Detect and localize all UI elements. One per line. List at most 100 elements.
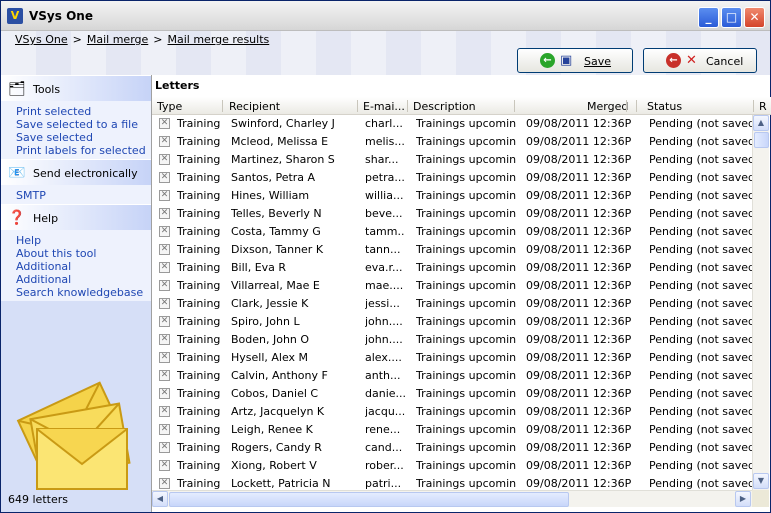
- horizontal-scrollbar[interactable]: ◀ ▶: [152, 490, 752, 507]
- column-divider[interactable]: [407, 100, 408, 112]
- checkbox-x-icon[interactable]: ✕: [159, 460, 170, 471]
- checkbox-x-icon[interactable]: ✕: [159, 388, 170, 399]
- breadcrumb-vsys-one[interactable]: VSys One: [15, 33, 68, 46]
- table-row[interactable]: ✕ Training Hysell, Alex M alex.... Trainings…: [152, 349, 753, 367]
- panel-title: Letters: [155, 79, 200, 92]
- table-row[interactable]: ✕ Training Mcleod, Melissa E melis... Traini…: [152, 133, 753, 151]
- vertical-scroll-thumb[interactable]: [754, 132, 769, 148]
- vertical-scrollbar[interactable]: ▲ ▼: [752, 115, 769, 490]
- table-row[interactable]: ✕ Training Xiong, Robert V rober... Training…: [152, 457, 753, 475]
- table-row[interactable]: ✕ Training Villarreal, Mae E mae.... Trainin…: [152, 277, 753, 295]
- link-print-selected[interactable]: Print selected: [16, 105, 151, 118]
- scroll-down-button[interactable]: ▼: [753, 473, 769, 489]
- table-row[interactable]: ✕ Training Santos, Petra A petra... Training…: [152, 169, 753, 187]
- checkbox-x-icon[interactable]: ✕: [159, 334, 170, 345]
- link-save-selected[interactable]: Save selected: [16, 131, 151, 144]
- cell-status: Pending (not saved): [649, 459, 753, 472]
- checkbox-x-icon[interactable]: ✕: [159, 442, 170, 453]
- checkbox-x-icon[interactable]: ✕: [159, 262, 170, 273]
- link-print-labels[interactable]: Print labels for selected: [16, 144, 151, 157]
- checkbox-x-icon[interactable]: ✕: [159, 136, 170, 147]
- link-additional[interactable]: Additional: [16, 273, 151, 286]
- link-search-knowledgebase[interactable]: Search knowledgebase: [16, 286, 151, 299]
- column-header-status[interactable]: Status: [647, 100, 682, 113]
- scroll-corner: [752, 490, 769, 507]
- checkbox-x-icon[interactable]: ✕: [159, 298, 170, 309]
- cell-merged: 09/08/2011 12:36PM: [526, 171, 631, 184]
- checkbox-x-icon[interactable]: ✕: [159, 280, 170, 291]
- table-row[interactable]: ✕ Training Lockett, Patricia N patri... Trai…: [152, 475, 753, 490]
- checkbox-x-icon[interactable]: ✕: [159, 208, 170, 219]
- breadcrumb-mail-merge-results[interactable]: Mail merge results: [168, 33, 270, 46]
- table-row[interactable]: ✕ Training Costa, Tammy G tamm... Trainings …: [152, 223, 753, 241]
- checkbox-x-icon[interactable]: ✕: [159, 190, 170, 201]
- link-help[interactable]: Help: [16, 234, 151, 247]
- cell-status: Pending (not saved): [649, 477, 753, 490]
- scroll-up-button[interactable]: ▲: [753, 115, 769, 131]
- table-row[interactable]: ✕ Training Swinford, Charley J charl... Trai…: [152, 115, 753, 133]
- cell-recipient: Calvin, Anthony F: [231, 369, 328, 382]
- table-row[interactable]: ✕ Training Leigh, Renee K rene... Trainings …: [152, 421, 753, 439]
- table-row[interactable]: ✕ Training Telles, Beverly N beve... Trainin…: [152, 205, 753, 223]
- column-header-merged[interactable]: Merged: [587, 100, 628, 113]
- table-row[interactable]: ✕ Training Calvin, Anthony F anth... Trainin…: [152, 367, 753, 385]
- table-row[interactable]: ✕ Training Spiro, John L john.... Trainings …: [152, 313, 753, 331]
- checkbox-x-icon[interactable]: ✕: [159, 226, 170, 237]
- table-row[interactable]: ✕ Training Martinez, Sharon S shar... Traini…: [152, 151, 753, 169]
- column-header-description[interactable]: Description: [413, 100, 476, 113]
- column-header-r[interactable]: R: [759, 100, 767, 113]
- column-divider[interactable]: [626, 100, 627, 112]
- checkbox-x-icon[interactable]: ✕: [159, 424, 170, 435]
- column-header-email[interactable]: E-mai...: [363, 100, 405, 113]
- save-button[interactable]: ← ▣ Save: [517, 48, 633, 73]
- cell-email: patri...: [365, 477, 402, 490]
- column-divider[interactable]: [357, 100, 358, 112]
- table-row[interactable]: ✕ Training Clark, Jessie K jessi... Training…: [152, 295, 753, 313]
- table-row[interactable]: ✕ Training Bill, Eva R eva.r... Trainings up…: [152, 259, 753, 277]
- maximize-button[interactable]: □: [721, 7, 742, 28]
- cell-description: Trainings upcoming: [416, 243, 516, 256]
- minimize-button[interactable]: _: [698, 7, 719, 28]
- cell-description: Trainings upcoming: [416, 315, 516, 328]
- column-header-type[interactable]: Type: [157, 100, 182, 113]
- scroll-left-button[interactable]: ◀: [152, 491, 168, 507]
- checkbox-x-icon[interactable]: ✕: [159, 244, 170, 255]
- cell-recipient: Spiro, John L: [231, 315, 300, 328]
- column-divider[interactable]: [753, 100, 754, 112]
- cell-email: beve...: [365, 207, 403, 220]
- link-about[interactable]: About this tool: [16, 247, 151, 260]
- checkbox-x-icon[interactable]: ✕: [159, 118, 170, 129]
- checkbox-x-icon[interactable]: ✕: [159, 478, 170, 489]
- column-header-recipient[interactable]: Recipient: [229, 100, 280, 113]
- cell-recipient: Xiong, Robert V: [231, 459, 317, 472]
- cell-merged: 09/08/2011 12:36PM: [526, 351, 631, 364]
- checkbox-x-icon[interactable]: ✕: [159, 406, 170, 417]
- cell-merged: 09/08/2011 12:36PM: [526, 441, 631, 454]
- checkbox-x-icon[interactable]: ✕: [159, 172, 170, 183]
- checkbox-x-icon[interactable]: ✕: [159, 154, 170, 165]
- checkbox-x-icon[interactable]: ✕: [159, 370, 170, 381]
- link-smtp[interactable]: SMTP: [16, 189, 151, 202]
- cell-email: tann...: [365, 243, 401, 256]
- cell-recipient: Martinez, Sharon S: [231, 153, 335, 166]
- table-row[interactable]: ✕ Training Dixson, Tanner K tann... Training…: [152, 241, 753, 259]
- cancel-button[interactable]: ← ✕ Cancel: [643, 48, 757, 73]
- column-divider[interactable]: [222, 100, 223, 112]
- breadcrumb-mail-merge[interactable]: Mail merge: [87, 33, 148, 46]
- table-row[interactable]: ✕ Training Artz, Jacquelyn K jacqu... Traini…: [152, 403, 753, 421]
- x-icon: ✕: [686, 53, 697, 68]
- horizontal-scroll-thumb[interactable]: [169, 492, 569, 507]
- cell-description: Trainings upcoming: [416, 297, 516, 310]
- link-additional[interactable]: Additional: [16, 260, 151, 273]
- table-row[interactable]: ✕ Training Rogers, Candy R cand... Trainings…: [152, 439, 753, 457]
- table-row[interactable]: ✕ Training Boden, John O john.... Trainings …: [152, 331, 753, 349]
- checkbox-x-icon[interactable]: ✕: [159, 316, 170, 327]
- table-row[interactable]: ✕ Training Cobos, Daniel C danie... Training…: [152, 385, 753, 403]
- close-button[interactable]: ✕: [744, 7, 765, 28]
- column-divider[interactable]: [636, 100, 637, 112]
- scroll-right-button[interactable]: ▶: [735, 491, 751, 507]
- column-divider[interactable]: [514, 100, 515, 112]
- table-row[interactable]: ✕ Training Hines, William willia... Training…: [152, 187, 753, 205]
- checkbox-x-icon[interactable]: ✕: [159, 352, 170, 363]
- link-save-selected-to-file[interactable]: Save selected to a file: [16, 118, 151, 131]
